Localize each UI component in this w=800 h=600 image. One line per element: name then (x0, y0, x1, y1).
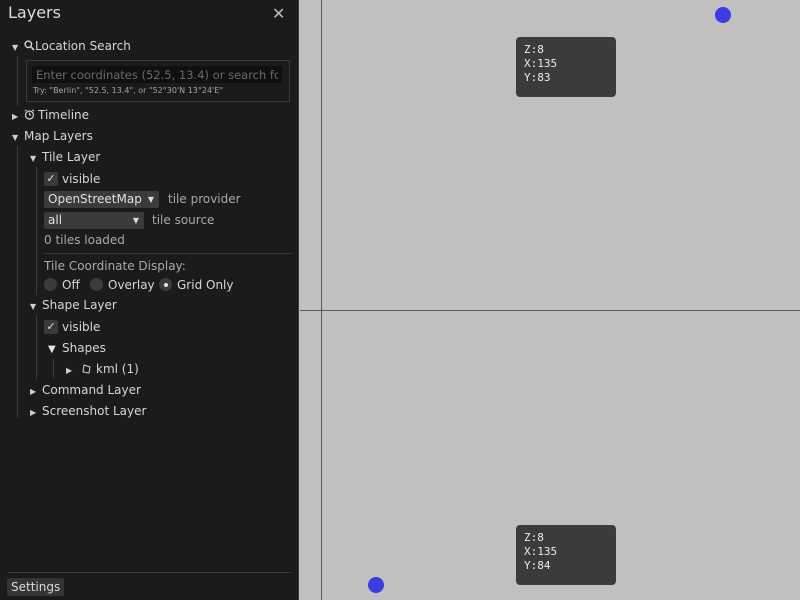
tile-y: Y:84 (524, 559, 551, 572)
location-search-label: Location Search (35, 39, 131, 53)
chevron-down-icon: ▼ (12, 43, 19, 52)
coord-radio-grid-only[interactable] (159, 278, 172, 291)
map-view[interactable]: Z:8 X:135 Y:83 Z:8 X:135 Y:84 (300, 0, 800, 600)
search-icon (24, 40, 35, 51)
settings-button[interactable]: Settings (7, 578, 65, 596)
tile-z: Z:8 (524, 531, 544, 544)
search-hint: Try: "Berlin", "52.5, 13.4", or "52°30'N… (33, 86, 223, 95)
location-search-input[interactable] (32, 66, 282, 83)
shape-visible-label: visible (62, 320, 101, 334)
tile-z: Z:8 (524, 43, 544, 56)
coord-radio-overlay[interactable] (90, 278, 103, 291)
tile-source-label: tile source (152, 213, 215, 227)
tile-x: X:135 (524, 57, 558, 70)
caret-down-icon: ▼ (48, 344, 56, 355)
shape-layer-header[interactable]: ▼ Shape Layer (30, 296, 117, 314)
map-layers-label: Map Layers (24, 129, 93, 143)
shapes-header[interactable]: ▼ Shapes (48, 339, 106, 357)
tile-visible-label: visible (62, 172, 101, 186)
tile-coordinate-label: Z:8 X:135 Y:84 (516, 525, 616, 585)
kml-label: kml (1) (96, 362, 139, 376)
chevron-down-icon: ▼ (12, 133, 19, 142)
tile-coordinate-label: Z:8 X:135 Y:83 (516, 37, 616, 97)
location-search-header[interactable]: ▼ Location Search (12, 37, 131, 55)
kml-item[interactable]: ▶ kml (1) (66, 360, 139, 378)
chevron-down-icon: ▼ (30, 302, 37, 311)
timeline-label: Timeline (38, 108, 90, 122)
layers-panel: Layers ✕ ▼ Location Search Try: "Berlin",… (0, 0, 299, 600)
chevron-down-icon: ▼ (30, 154, 37, 163)
chevron-right-icon: ▶ (12, 112, 19, 121)
tree-guide (36, 315, 37, 379)
tile-grid-line (321, 0, 322, 600)
chevron-right-icon: ▶ (30, 408, 37, 417)
timeline-header[interactable]: ▶ Timeline (12, 106, 89, 124)
coord-radio-off[interactable] (44, 278, 57, 291)
tree-guide (53, 358, 54, 378)
command-layer-header[interactable]: ▶ Command Layer (30, 381, 141, 399)
map-point-marker[interactable] (715, 7, 731, 23)
coord-option-grid-only: Grid Only (177, 278, 234, 292)
tile-source-select[interactable]: all ▼ (44, 212, 144, 229)
tile-provider-value: OpenStreetMap (48, 192, 142, 206)
tiles-loaded-status: 0 tiles loaded (44, 233, 125, 247)
tile-layer-label: Tile Layer (42, 150, 101, 164)
tree-guide (17, 146, 18, 418)
chevron-right-icon: ▶ (30, 387, 37, 396)
command-layer-label: Command Layer (42, 383, 141, 397)
tile-layer-header[interactable]: ▼ Tile Layer (30, 148, 100, 166)
divider (8, 572, 292, 573)
shape-icon (82, 364, 91, 374)
screenshot-layer-label: Screenshot Layer (42, 404, 147, 418)
tile-provider-select[interactable]: OpenStreetMap ▼ (44, 191, 159, 208)
chevron-down-icon: ▼ (147, 195, 154, 204)
map-point-marker[interactable] (368, 577, 384, 593)
screenshot-layer-header[interactable]: ▶ Screenshot Layer (30, 402, 146, 420)
checkmark-icon: ✓ (46, 172, 56, 185)
tile-provider-label: tile provider (168, 192, 241, 206)
coord-display-label: Tile Coordinate Display: (44, 259, 186, 273)
shape-layer-label: Shape Layer (42, 298, 117, 312)
tile-visible-checkbox[interactable]: ✓ (44, 172, 58, 186)
tile-grid-line (300, 310, 800, 311)
panel-title: Layers (8, 3, 61, 22)
coord-option-overlay: Overlay (108, 278, 155, 292)
close-icon[interactable]: ✕ (272, 4, 285, 23)
chevron-down-icon: ▼ (132, 216, 139, 225)
checkmark-icon: ✓ (46, 320, 56, 333)
shapes-label: Shapes (62, 341, 106, 355)
map-layers-header[interactable]: ▼ Map Layers (12, 127, 93, 145)
tree-guide (36, 167, 37, 295)
tile-x: X:135 (524, 545, 558, 558)
tile-source-value: all (48, 213, 63, 227)
tree-guide (17, 56, 18, 106)
shape-visible-checkbox[interactable]: ✓ (44, 320, 58, 334)
alarm-clock-icon (24, 109, 35, 120)
tile-y: Y:83 (524, 71, 551, 84)
divider (44, 253, 292, 254)
chevron-right-icon: ▶ (66, 366, 73, 375)
coord-option-off: Off (62, 278, 80, 292)
